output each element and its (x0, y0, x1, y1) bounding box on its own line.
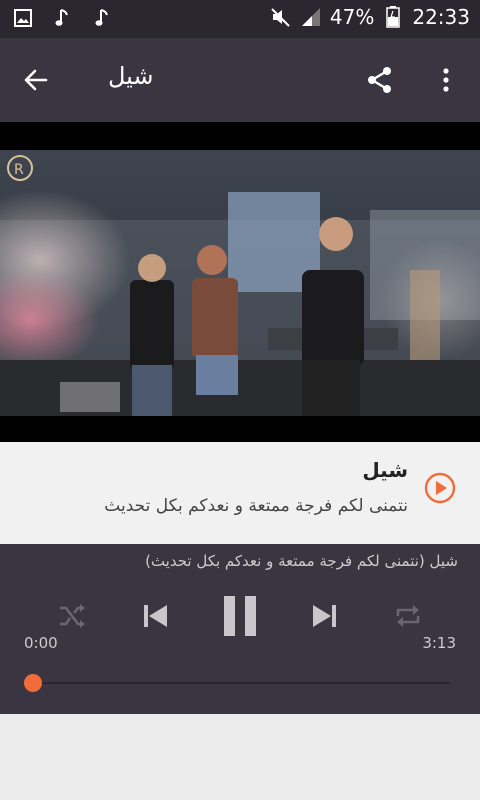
mute-icon (270, 6, 292, 28)
duration-time: 3:13 (422, 634, 456, 652)
previous-icon (144, 605, 167, 627)
image-icon (12, 7, 34, 29)
battery-percent: 47% (329, 5, 375, 29)
more-vert-icon (443, 68, 449, 92)
song-subtitle: نتمنى لكم فرجة ممتعة و نعدكم بكل تحديث (104, 496, 408, 516)
shuffle-button[interactable] (52, 596, 92, 636)
play-button[interactable] (424, 472, 456, 504)
repeat-icon (396, 605, 420, 627)
media-player-controls: شيل (نتمنى لكم فرجة ممتعة و نعدكم بكل تح… (0, 544, 480, 714)
video-thumbnail: R (0, 150, 480, 416)
more-options-button[interactable] (426, 60, 466, 100)
seek-bar-thumb[interactable] (24, 674, 42, 692)
back-button[interactable] (16, 60, 56, 100)
system-status: 47% 22:33 (270, 5, 470, 29)
battery-icon (382, 6, 404, 28)
shuffle-icon (60, 604, 85, 628)
song-info-card[interactable]: شيل نتمنى لكم فرجة ممتعة و نعدكم بكل تحد… (0, 442, 480, 544)
share-icon (368, 67, 391, 93)
pause-icon (224, 596, 256, 636)
music-note-icon (92, 7, 114, 29)
play-circle-icon (424, 472, 456, 504)
seek-bar-track[interactable] (32, 682, 450, 684)
music-note-icon (52, 7, 74, 29)
song-title: شيل (362, 458, 408, 482)
signal-icon (300, 6, 322, 28)
notification-icons (12, 7, 114, 29)
elapsed-time: 0:00 (24, 634, 58, 652)
empty-area (0, 714, 480, 800)
svg-text:R: R (14, 162, 24, 178)
clock: 22:33 (412, 5, 470, 29)
back-arrow-icon (24, 69, 48, 91)
next-icon (313, 605, 336, 627)
previous-button[interactable] (136, 596, 176, 636)
now-playing-text: شيل (نتمنى لكم فرجة ممتعة و نعدكم بكل تح… (145, 552, 458, 570)
pause-button[interactable] (216, 592, 264, 640)
repeat-button[interactable] (388, 596, 428, 636)
status-bar: 47% 22:33 (0, 0, 480, 38)
app-bar: شيل (0, 38, 480, 122)
page-title: شيل (108, 62, 154, 90)
share-button[interactable] (360, 60, 400, 100)
next-button[interactable] (304, 596, 344, 636)
video-player[interactable]: R (0, 122, 480, 442)
